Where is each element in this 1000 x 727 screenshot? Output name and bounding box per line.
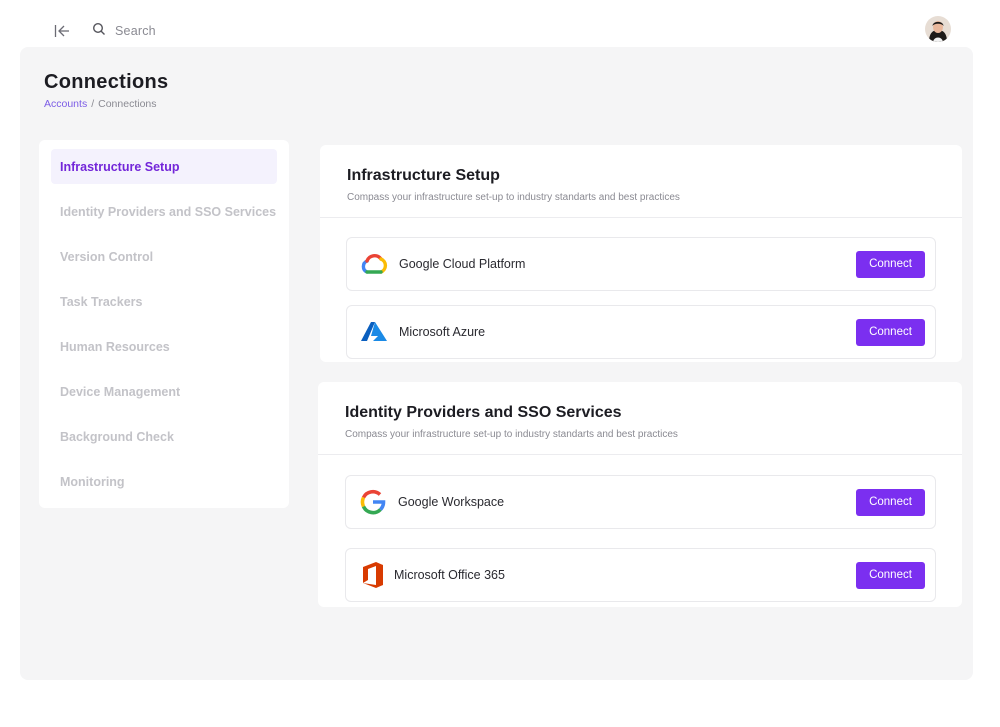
section-header: Identity Providers and SSO Services Comp… [318,382,962,455]
section-title: Infrastructure Setup [347,167,500,184]
connections-category-nav: Infrastructure Setup Identity Providers … [39,140,289,508]
infrastructure-setup-section: Infrastructure Setup Compass your infras… [320,145,962,362]
main-panel: Connections Accounts / Connections Infra… [20,47,973,680]
connect-google-workspace-button[interactable]: Connect [856,488,925,516]
google-icon [358,487,388,517]
nav-item-infrastructure-setup[interactable]: Infrastructure Setup [51,149,277,184]
office-365-icon [358,560,388,590]
section-subtitle: Compass your infrastructure set-up to in… [345,429,678,440]
connection-row-google-cloud: Google Cloud Platform Connect [346,237,936,291]
connection-name: Microsoft Office 365 [394,568,505,582]
user-avatar[interactable] [925,16,951,42]
search-input[interactable]: Search [115,24,156,38]
nav-item-background-check[interactable]: Background Check [51,419,277,454]
search-bar[interactable]: Search [92,21,156,41]
connection-name: Google Cloud Platform [399,257,526,271]
collapse-left-icon[interactable] [53,22,71,40]
top-bar: Search [0,0,1000,47]
section-subtitle: Compass your infrastructure set-up to in… [347,192,680,203]
connection-name: Google Workspace [398,495,505,509]
nav-item-monitoring[interactable]: Monitoring [51,464,277,499]
azure-icon [359,317,389,347]
search-icon [92,22,106,41]
breadcrumb-separator: / [91,98,95,110]
connect-office-365-button[interactable]: Connect [856,561,925,589]
connection-row-office-365: Microsoft Office 365 Connect [345,548,936,602]
nav-item-device-management[interactable]: Device Management [51,374,277,409]
nav-item-task-trackers[interactable]: Task Trackers [51,284,277,319]
section-header: Infrastructure Setup Compass your infras… [320,145,962,218]
connection-row-google-workspace: Google Workspace Connect [345,475,936,529]
page-title: Connections [44,71,169,93]
nav-item-version-control[interactable]: Version Control [51,239,277,274]
connection-row-azure: Microsoft Azure Connect [346,305,936,359]
section-title: Identity Providers and SSO Services [345,404,622,421]
google-cloud-icon [359,249,389,279]
breadcrumb-current: Connections [98,98,157,110]
connect-azure-button[interactable]: Connect [856,318,925,346]
breadcrumb: Accounts / Connections [44,98,157,110]
nav-item-human-resources[interactable]: Human Resources [51,329,277,364]
identity-providers-section: Identity Providers and SSO Services Comp… [318,382,962,607]
connect-google-cloud-button[interactable]: Connect [856,250,925,278]
nav-item-identity-providers[interactable]: Identity Providers and SSO Services [51,194,277,229]
connection-name: Microsoft Azure [399,325,486,339]
breadcrumb-accounts-link[interactable]: Accounts [44,98,87,110]
